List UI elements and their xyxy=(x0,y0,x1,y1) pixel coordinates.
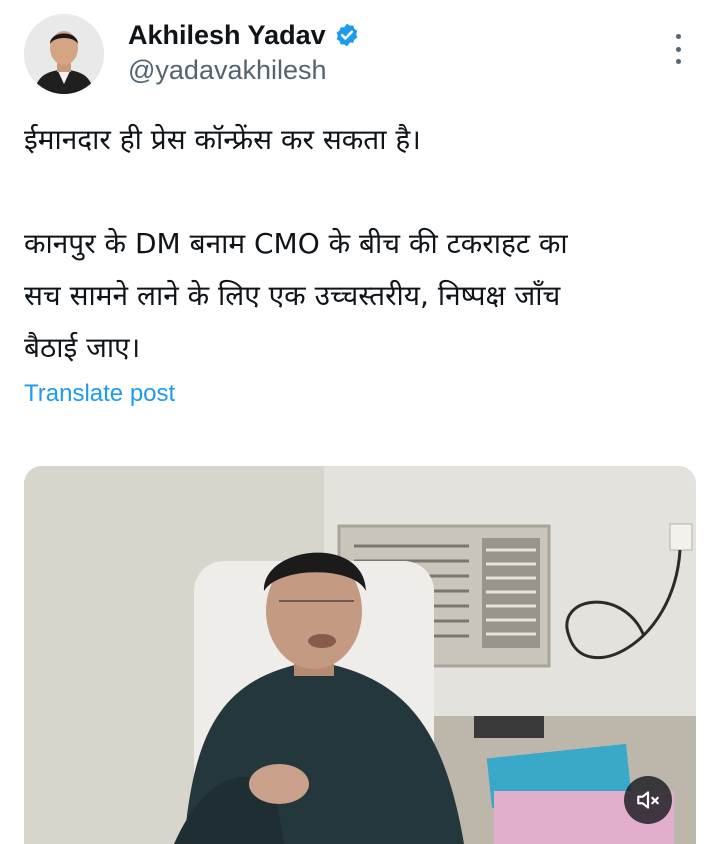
video-frame xyxy=(24,466,696,844)
verified-badge-icon xyxy=(336,23,357,47)
more-dot xyxy=(675,46,681,52)
more-dot xyxy=(675,59,681,64)
post-line: ईमानदार ही प्रेस कॉन्फ्रेंस कर सकता है। xyxy=(24,123,421,156)
author-names: Akhilesh Yadav @yadavakhilesh xyxy=(128,18,360,88)
author-name-row[interactable]: Akhilesh Yadav xyxy=(128,18,360,52)
more-options-icon[interactable] xyxy=(666,34,690,64)
post-header: Akhilesh Yadav @yadavakhilesh xyxy=(24,14,696,98)
author-handle[interactable]: @yadavakhilesh xyxy=(128,52,360,88)
post-line: कानपुर के DM बनाम CMO के बीच की टकराहट क… xyxy=(24,227,568,260)
display-name[interactable]: Akhilesh Yadav xyxy=(128,18,326,52)
translate-post-link[interactable]: Translate post xyxy=(24,380,175,408)
post-text: ईमानदार ही प्रेस कॉन्फ्रेंस कर सकता है। … xyxy=(24,114,696,374)
avatar[interactable] xyxy=(24,14,104,94)
avatar-image xyxy=(24,14,104,94)
speaker-muted-icon xyxy=(637,791,659,809)
video-player[interactable] xyxy=(24,466,696,844)
post-line: बैठाई जाए। xyxy=(24,331,141,364)
more-dot xyxy=(675,34,681,39)
post-line: सच सामने लाने के लिए एक उच्चस्तरीय, निष्… xyxy=(24,279,561,312)
mute-toggle-button[interactable] xyxy=(624,776,672,824)
